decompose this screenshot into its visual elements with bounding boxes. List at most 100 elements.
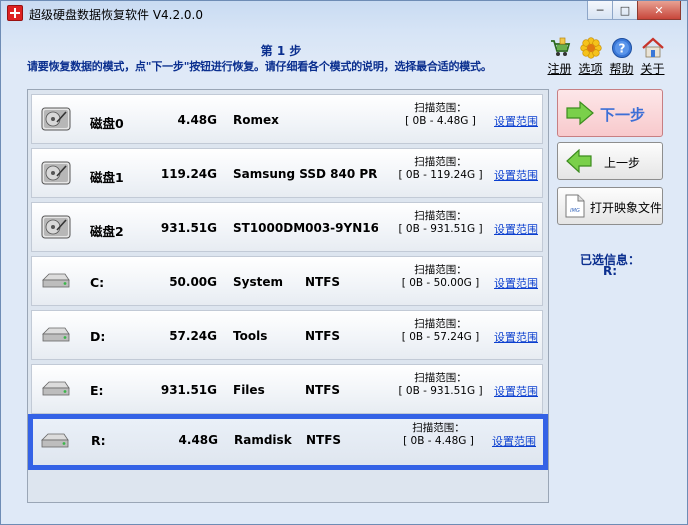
help-icon: ? — [611, 37, 633, 59]
prev-step-label: 上一步 — [604, 156, 641, 170]
next-step-label: 下一步 — [600, 106, 646, 124]
title-bar[interactable]: 超级硬盘数据恢复软件 V4.2.0.0 ─ □ ✕ — [1, 1, 687, 27]
tool-label: 帮助 — [609, 62, 634, 76]
disk-size: 4.48G — [178, 433, 218, 447]
hard-disk-icon — [41, 214, 71, 240]
set-range-link[interactable]: 设置范围 — [492, 433, 536, 449]
toolbar: 注册 选项 ? 帮助 关于 — [544, 37, 668, 77]
partition-drive-icon — [41, 376, 71, 402]
scan-range-label: 扫描范围： — [414, 210, 467, 222]
set-range-link[interactable]: 设置范围 — [494, 113, 538, 129]
scan-range-value: [ 0B - 931.51G ] — [398, 223, 483, 235]
window-controls: ─ □ ✕ — [587, 1, 681, 21]
disk-label: Ramdisk — [234, 433, 292, 447]
home-icon — [641, 37, 664, 59]
disk-size: 4.48G — [177, 113, 217, 127]
scan-range-value: [ 0B - 4.48G ] — [403, 435, 474, 447]
close-button[interactable]: ✕ — [637, 1, 681, 20]
set-range-link[interactable]: 设置范围 — [494, 221, 538, 237]
scan-range-label: 扫描范围： — [412, 422, 465, 434]
left-arrow-icon — [566, 149, 592, 173]
disk-name: E: — [90, 383, 104, 398]
set-range-link[interactable]: 设置范围 — [494, 383, 538, 399]
scan-range-info: 扫描范围：[ 0B - 931.51G ] — [388, 210, 493, 236]
help-tool[interactable]: ? 帮助 — [606, 37, 637, 77]
svg-text:?: ? — [618, 42, 625, 56]
partition-drive-icon — [41, 268, 71, 294]
disk-label: System — [233, 275, 283, 289]
disk-row[interactable]: D: 57.24G Tools NTFS 扫描范围：[ 0B - 57.24G ] 设置范… — [31, 310, 543, 360]
disk-name: R: — [91, 433, 106, 448]
hard-disk-icon — [41, 106, 71, 132]
register-tool[interactable]: 注册 — [544, 37, 575, 77]
disk-label: Romex — [233, 113, 279, 127]
disk-size: 50.00G — [169, 275, 217, 289]
filesystem-type: NTFS — [305, 383, 341, 397]
disk-size: 57.24G — [169, 329, 217, 343]
partition-drive-icon — [40, 428, 70, 454]
next-step-button[interactable]: 下一步 — [557, 89, 663, 137]
prev-step-button[interactable]: 上一步 — [557, 142, 663, 180]
disk-name: 磁盘1 — [90, 170, 124, 185]
scan-range-value: [ 0B - 4.48G ] — [405, 115, 476, 127]
disk-name: 磁盘0 — [90, 116, 124, 131]
set-range-link[interactable]: 设置范围 — [494, 329, 538, 345]
scan-range-info: 扫描范围：[ 0B - 4.48G ] — [388, 102, 493, 128]
disk-row[interactable]: R: 4.48G Ramdisk NTFS 扫描范围：[ 0B - 4.48G ] 设置范… — [28, 414, 548, 470]
scan-range-value: [ 0B - 50.00G ] — [401, 277, 480, 289]
scan-range-label: 扫描范围： — [414, 102, 467, 114]
svg-text:IMG: IMG — [570, 208, 580, 214]
tool-label: 关于 — [640, 62, 665, 76]
instruction-text: 请要恢复数据的模式，点"下一步"按钮进行恢复。请仔细看各个模式的说明，选择最合适… — [27, 60, 492, 73]
disk-name: D: — [90, 329, 106, 344]
minimize-button[interactable]: ─ — [587, 1, 613, 20]
flower-gear-icon — [579, 37, 602, 59]
selected-info-value: R: — [602, 264, 618, 278]
disk-list: 磁盘0 4.48G Romex 扫描范围：[ 0B - 4.48G ] 设置范围 磁盘1 1… — [27, 89, 549, 503]
scan-range-info: 扫描范围：[ 0B - 50.00G ] — [388, 264, 493, 290]
scan-range-value: [ 0B - 57.24G ] — [401, 331, 480, 343]
scan-range-label: 扫描范围： — [414, 372, 467, 384]
open-image-file-button[interactable]: IMG 打开映象文件 — [557, 187, 663, 225]
step-title: 第 1 步 — [260, 44, 302, 58]
about-tool[interactable]: 关于 — [637, 37, 668, 77]
disk-size: 931.51G — [160, 383, 217, 397]
disk-row[interactable]: C: 50.00G System NTFS 扫描范围：[ 0B - 50.00G ] 设置… — [31, 256, 543, 306]
disk-size: 931.51G — [160, 221, 217, 235]
scan-range-info: 扫描范围：[ 0B - 57.24G ] — [388, 318, 493, 344]
disk-name: 磁盘2 — [90, 224, 124, 239]
filesystem-type: NTFS — [305, 329, 341, 343]
scan-range-info: 扫描范围：[ 0B - 119.24G ] — [388, 156, 493, 182]
disk-label: ST1000DM003-9YN162 — [233, 221, 378, 235]
tool-label: 选项 — [578, 62, 603, 76]
cart-icon — [549, 37, 571, 59]
scan-range-label: 扫描范围： — [414, 318, 467, 330]
disk-label: Samsung SSD 840 PRO Se — [233, 167, 378, 181]
window-title: 超级硬盘数据恢复软件 V4.2.0.0 — [29, 8, 204, 22]
image-file-icon: IMG — [565, 194, 585, 218]
options-tool[interactable]: 选项 — [575, 37, 606, 77]
disk-row[interactable]: 磁盘1 119.24G Samsung SSD 840 PRO Se 扫描范围：[ 0… — [31, 148, 543, 198]
scan-range-info: 扫描范围：[ 0B - 931.51G ] — [388, 372, 493, 398]
scan-range-info: 扫描范围：[ 0B - 4.48G ] — [386, 422, 491, 448]
disk-label: Files — [233, 383, 265, 397]
right-arrow-icon — [566, 100, 594, 126]
maximize-button[interactable]: □ — [612, 1, 638, 20]
tool-label: 注册 — [547, 62, 572, 76]
disk-name: C: — [90, 275, 105, 290]
set-range-link[interactable]: 设置范围 — [494, 275, 538, 291]
disk-row[interactable]: 磁盘0 4.48G Romex 扫描范围：[ 0B - 4.48G ] 设置范围 — [31, 94, 543, 144]
set-range-link[interactable]: 设置范围 — [494, 167, 538, 183]
partition-drive-icon — [41, 322, 71, 348]
disk-size: 119.24G — [160, 167, 217, 181]
disk-row[interactable]: E: 931.51G Files NTFS 扫描范围：[ 0B - 931.51G ] 设… — [31, 364, 543, 414]
app-logo-icon — [7, 5, 23, 21]
scan-range-value: [ 0B - 119.24G ] — [398, 169, 483, 181]
disk-label: Tools — [233, 329, 268, 343]
open-image-file-label: 打开映象文件 — [590, 201, 663, 215]
disk-row[interactable]: 磁盘2 931.51G ST1000DM003-9YN162 扫描范围：[ 0B - … — [31, 202, 543, 252]
scan-range-value: [ 0B - 931.51G ] — [398, 385, 483, 397]
filesystem-type: NTFS — [305, 275, 341, 289]
app-window: 超级硬盘数据恢复软件 V4.2.0.0 ─ □ ✕ 第 1 步 请要恢复数据的模… — [0, 0, 688, 525]
filesystem-type: NTFS — [306, 433, 342, 447]
